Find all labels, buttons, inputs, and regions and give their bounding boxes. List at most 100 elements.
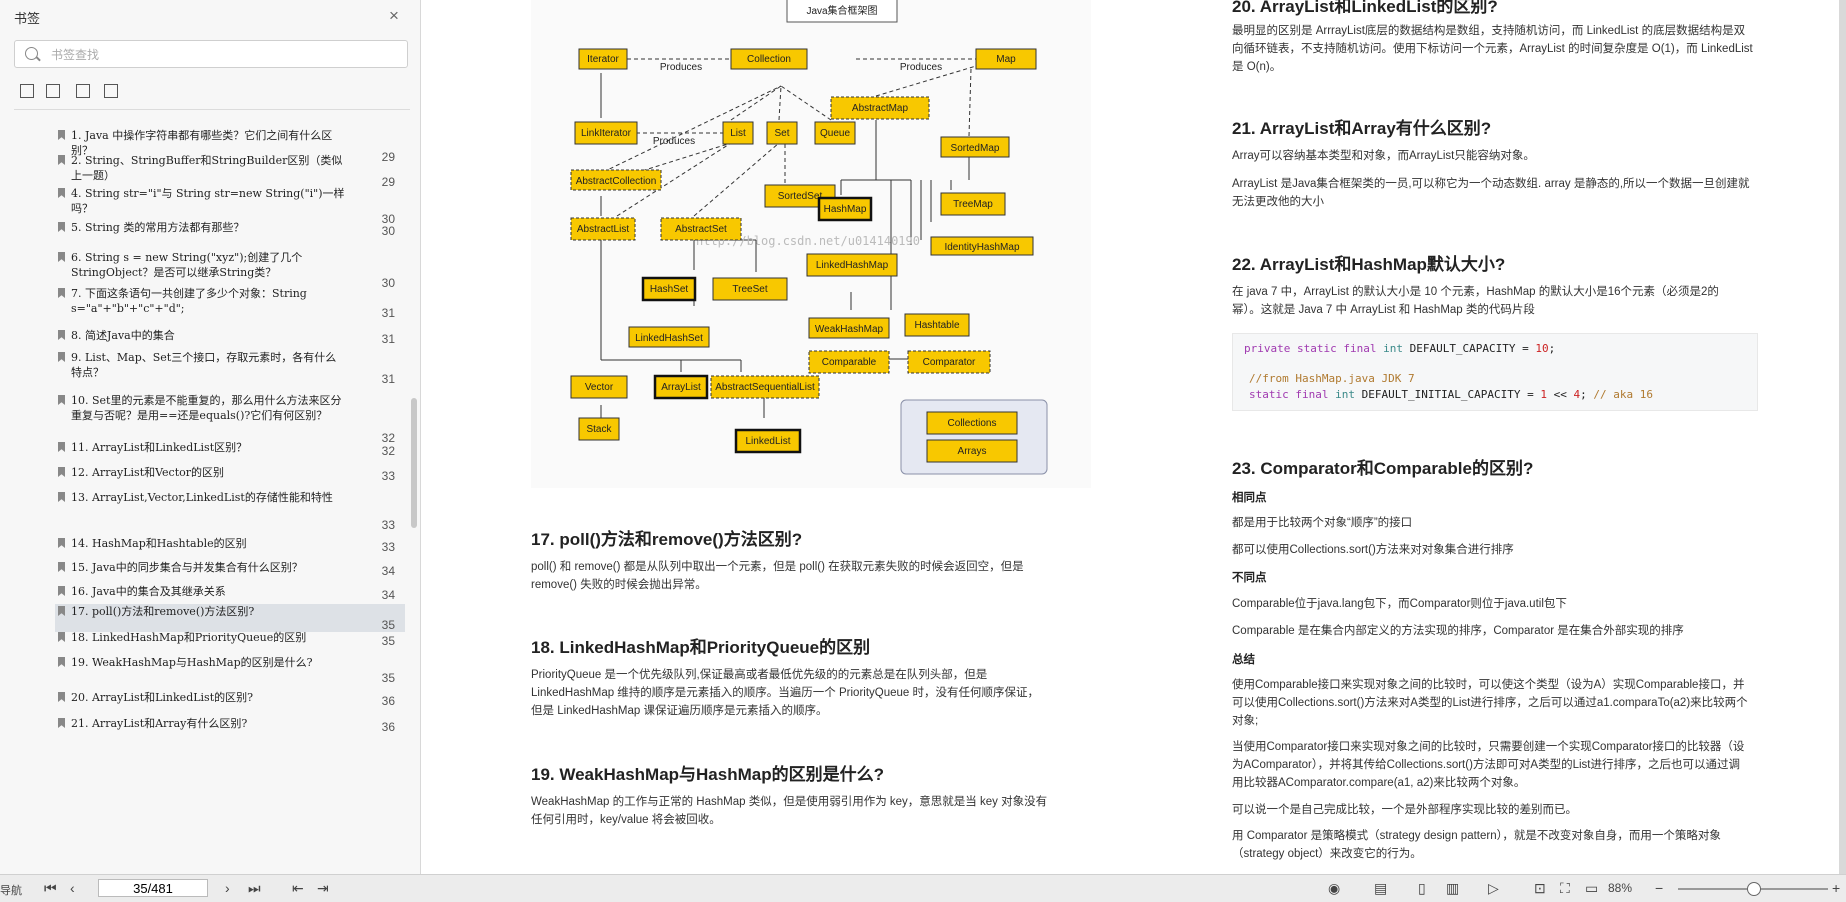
svg-text:HashMap: HashMap [824, 204, 867, 215]
svg-text:LinkedHashSet: LinkedHashSet [635, 333, 703, 344]
forward-icon[interactable]: ⇥ [317, 880, 329, 897]
bookmark-page: 36 [381, 694, 395, 708]
continuous-scroll-icon[interactable]: ▤ [1374, 880, 1387, 897]
produces-label: Produces [900, 62, 942, 73]
next-page-icon[interactable]: › [225, 880, 230, 896]
node-arrays: Arrays [958, 446, 987, 457]
zoom-out-icon[interactable]: − [1655, 880, 1663, 896]
bookmark-label: 6. String s = new String("xyz");创建了几个Str… [71, 251, 303, 279]
node-arraylist: ArrayList [653, 374, 709, 400]
play-icon[interactable]: ▷ [1488, 880, 1499, 897]
heading-21: 21. ArrayList和Array有什么区别? [1232, 119, 1492, 138]
heading-22: 22. ArrayList和HashMap默认大小? [1232, 255, 1506, 274]
bookmark-label: 5. String 类的常用方法都有那些？ [71, 221, 245, 234]
heading-19: 19. WeakHashMap与HashMap的区别是什么? [531, 765, 884, 784]
bookmark-icon [58, 657, 65, 667]
bookmark-item[interactable]: 15. Java中的同步集合与并发集合有什么区别？ 34 [55, 560, 405, 578]
bookmark-label: 2. String、StringBuffer和StringBuilder区别（类… [71, 154, 343, 182]
bookmark-page: 31 [381, 332, 395, 346]
bookmark-item[interactable]: 8. 简述Java中的集合 31 [55, 328, 405, 346]
bookmark-item[interactable]: 6. String s = new String("xyz");创建了几个Str… [55, 250, 405, 290]
actual-size-icon[interactable]: ⊡ [1534, 880, 1546, 897]
bookmark-item[interactable]: 20. ArrayList和LinkedList的区别? 36 [55, 690, 405, 708]
svg-text:Vector: Vector [585, 382, 614, 393]
document-viewer: Java集合框架图 Produces Produces Produces htt… [421, 0, 1846, 874]
add-bookmark-icon[interactable] [76, 84, 90, 98]
bookmark-item[interactable]: 18. LinkedHashMap和PriorityQueue的区别 35 [55, 630, 405, 648]
node-linkiterator: LinkIterator [574, 121, 638, 145]
bookmark-item[interactable]: 7. 下面这条语句一共创建了多少个对象：String s="a"+"b"+"c"… [55, 286, 405, 320]
fit-width-icon[interactable]: ▭ [1585, 880, 1598, 897]
bookmark-page: 35 [381, 634, 395, 648]
bookmark-item[interactable]: 9. List、Map、Set三个接口，存取元素时，各有什么特点？ 31 [55, 350, 405, 386]
bookmark-item[interactable]: 21. ArrayList和Array有什么区别? 36 [55, 716, 405, 734]
svg-text:Comparable: Comparable [822, 357, 877, 368]
svg-text:ArrayList: ArrayList [661, 382, 701, 393]
svg-text:Stack: Stack [586, 424, 612, 435]
svg-text:AbstractMap: AbstractMap [852, 103, 909, 114]
svg-text:TreeMap: TreeMap [953, 199, 993, 210]
bookmark-label: 18. LinkedHashMap和PriorityQueue的区别 [71, 631, 307, 644]
prev-page-icon[interactable]: ‹ [70, 880, 75, 896]
svg-text:AbstractSet: AbstractSet [675, 224, 727, 235]
bookmark-item[interactable]: 11. ArrayList和LinkedList区别？ 32 [55, 440, 405, 458]
bookmark-item[interactable]: 16. Java中的集合及其继承关系 34 [55, 584, 405, 602]
node-comparable: Comparable [808, 350, 890, 374]
svg-text:Queue: Queue [820, 128, 850, 139]
bookmark-label: 4. String str="i"与 String str=new String… [71, 187, 345, 215]
node-hashset: HashSet [641, 276, 697, 302]
svg-text:Hashtable: Hashtable [914, 320, 959, 331]
para-diff-1: Comparable位于java.lang包下，而Comparator则位于ja… [1232, 598, 1567, 610]
bookmark-item[interactable]: 13. ArrayList,Vector,LinkedList的存储性能和特性 3… [55, 490, 405, 532]
node-linkedlist: LinkedList [734, 428, 802, 454]
node-abstractlist: AbstractList [570, 217, 636, 241]
bookmark-item[interactable]: 12. ArrayList和Vector的区别 33 [55, 465, 405, 483]
para-19: WeakHashMap 的工作与正常的 HashMap 类似，但是使用弱引用作为… [531, 796, 1048, 826]
double-page-icon[interactable]: ▥ [1446, 880, 1459, 897]
para-17: poll() 和 remove() 都是从队列中取出一个元素，但是 poll()… [531, 561, 1024, 591]
eye-protection-icon[interactable]: ◉ [1328, 880, 1340, 897]
bookmark-search[interactable] [14, 40, 408, 68]
bookmark-page: 33 [381, 540, 395, 554]
bookmark-search-input[interactable] [49, 45, 403, 65]
bookmark-item[interactable]: 2. String、StringBuffer和StringBuilder区别（类… [55, 153, 405, 189]
bookmark-page: 31 [381, 372, 395, 386]
back-icon[interactable]: ⇤ [292, 880, 304, 897]
zoom-in-icon[interactable]: + [1832, 880, 1840, 896]
bookmark-page: 30 [381, 224, 395, 238]
para-21a: Array可以容纳基本类型和对象，而ArrayList只能容纳对象。 [1232, 150, 1535, 162]
bookmark-label: 14. HashMap和Hashtable的区别 [71, 537, 247, 550]
svg-text:Comparator: Comparator [923, 357, 976, 368]
collapse-all-icon[interactable] [46, 84, 60, 98]
bookmark-icon [58, 352, 65, 362]
expand-all-icon[interactable] [20, 84, 34, 98]
single-page-icon[interactable]: ▯ [1418, 880, 1426, 897]
bookmark-icon [58, 222, 65, 232]
close-icon[interactable]: × [389, 6, 399, 26]
last-page-icon[interactable]: ⏭ [248, 880, 261, 897]
first-page-icon[interactable]: ⏮ [44, 880, 57, 897]
fit-page-icon[interactable]: ⛶ [1560, 880, 1570, 897]
bookmark-label: 8. 简述Java中的集合 [71, 329, 175, 342]
node-treeset: TreeSet [712, 277, 788, 301]
zoom-slider-thumb[interactable] [1747, 882, 1761, 896]
node-map: Map [975, 48, 1037, 70]
heading-23: 23. Comparator和Comparable的区别? [1232, 459, 1534, 478]
page-number-input[interactable] [98, 879, 208, 897]
bookmark-scrollbar[interactable] [411, 398, 417, 528]
bookmark-label: 10. Set里的元素是不能重复的，那么用什么方法来区分重复与否呢？是用==还是… [71, 394, 342, 422]
bookmark-item[interactable]: 10. Set里的元素是不能重复的，那么用什么方法来区分重复与否呢？是用==还是… [55, 393, 405, 445]
svg-text:WeakHashMap: WeakHashMap [815, 324, 884, 335]
bookmark-item[interactable]: 5. String 类的常用方法都有那些？ 30 [55, 220, 405, 238]
bookmark-item[interactable]: 14. HashMap和Hashtable的区别 33 [55, 536, 405, 554]
node-identityhashmap: IdentityHashMap [930, 236, 1034, 256]
bookmark-item[interactable]: 19. WeakHashMap与HashMap的区别是什么? 35 [55, 655, 405, 685]
delete-bookmark-icon[interactable] [104, 84, 118, 98]
bookmark-label: 20. ArrayList和LinkedList的区别? [71, 691, 254, 704]
bookmark-icon [58, 467, 65, 477]
node-abstractcollection: AbstractCollection [570, 169, 662, 191]
zoom-level[interactable]: 88% [1608, 881, 1632, 895]
bookmark-item[interactable]: 17. poll()方法和remove()方法区别? 35 [55, 604, 405, 632]
subhead-same: 相同点 [1232, 492, 1267, 504]
bookmark-label: 17. poll()方法和remove()方法区别? [71, 605, 255, 618]
